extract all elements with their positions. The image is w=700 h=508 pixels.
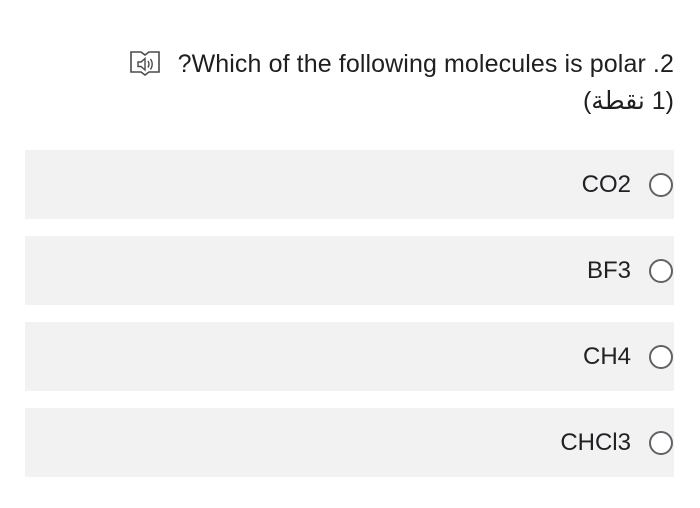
option-label: BF3 bbox=[586, 256, 631, 284]
radio-button[interactable] bbox=[649, 258, 673, 283]
option-bf3[interactable]: BF3 bbox=[25, 236, 674, 305]
option-ch4[interactable]: CH4 bbox=[25, 322, 674, 391]
question-points: (1 نقطة) bbox=[582, 87, 674, 115]
radio-button[interactable] bbox=[649, 172, 673, 197]
radio-button[interactable] bbox=[649, 430, 673, 455]
option-label: CO2 bbox=[581, 170, 631, 198]
option-chcl3[interactable]: CHCl3 bbox=[25, 408, 674, 477]
question-block: ?Which of the following molecules is pol… bbox=[56, 44, 674, 116]
answer-options: CO2 BF3 CH4 CHCl3 bbox=[25, 150, 674, 494]
question-text: ?Which of the following molecules is pol… bbox=[177, 49, 674, 78]
radio-button[interactable] bbox=[649, 344, 673, 369]
question-title-row: ?Which of the following molecules is pol… bbox=[56, 44, 674, 84]
option-co2[interactable]: CO2 bbox=[25, 150, 674, 219]
option-label: CH4 bbox=[582, 342, 631, 370]
immersive-reader-icon[interactable] bbox=[128, 49, 166, 79]
option-label: CHCl3 bbox=[560, 428, 631, 456]
